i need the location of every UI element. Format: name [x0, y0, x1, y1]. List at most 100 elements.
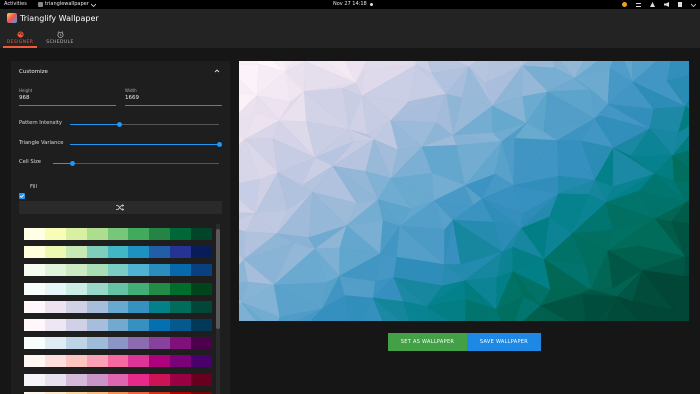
color-swatch [65, 228, 87, 240]
color-swatch [86, 300, 108, 313]
save-wallpaper-button[interactable]: SAVE WALLPAPER [467, 333, 541, 351]
color-swatch [191, 337, 213, 350]
color-swatch [170, 228, 192, 240]
volume-icon[interactable] [664, 2, 669, 7]
wallpaper-preview [239, 61, 689, 321]
battery-icon[interactable] [678, 2, 682, 7]
color-swatch [44, 228, 66, 240]
color-swatch [170, 264, 192, 277]
slider-track[interactable] [53, 163, 219, 164]
color-swatch [149, 228, 171, 240]
slider-thumb[interactable] [216, 142, 222, 147]
color-swatch [128, 264, 150, 277]
color-swatch [24, 355, 45, 368]
color-swatch [128, 373, 150, 386]
color-swatch [44, 282, 66, 295]
customize-header[interactable]: Customize [11, 61, 230, 83]
color-swatch [107, 300, 129, 313]
palette-swatch-row[interactable] [24, 318, 213, 331]
color-swatch [86, 355, 108, 368]
system-tray [622, 0, 696, 9]
color-swatch [86, 282, 108, 295]
tray-app-icon[interactable] [622, 2, 627, 7]
shuffle-icon [116, 204, 124, 211]
slider-thumb[interactable] [70, 161, 76, 166]
height-label: Height [19, 88, 33, 93]
menu-icon[interactable] [636, 2, 641, 7]
palette-swatch-row[interactable] [24, 373, 213, 386]
color-swatch [24, 246, 45, 259]
notification-dot-icon [370, 3, 373, 6]
color-swatch [170, 300, 192, 313]
color-swatch [44, 355, 66, 368]
scrollbar-thumb[interactable] [216, 229, 220, 329]
checkbox-checked-icon[interactable] [19, 193, 25, 199]
activities-button[interactable]: Activities [4, 0, 27, 9]
trianglify-pattern [239, 61, 689, 321]
window-title: Trianglify Wallpaper [20, 14, 99, 23]
color-swatch [44, 246, 66, 259]
color-swatch [107, 282, 129, 295]
color-swatch [44, 300, 66, 313]
palette-swatch-row[interactable] [24, 337, 213, 350]
color-swatch [170, 318, 192, 331]
slider-fill [70, 124, 120, 125]
caret-down-icon [90, 3, 96, 7]
palette-swatch-row[interactable] [24, 246, 213, 259]
tab-schedule[interactable]: SCHEDULE [40, 31, 80, 45]
tab-designer-label: DESIGNER [6, 40, 34, 45]
palette-scrollbar[interactable] [216, 224, 220, 394]
clock[interactable]: Nov 27 14:18 [333, 0, 367, 9]
app-header: Trianglify Wallpaper DESIGNER SCHEDULE [0, 9, 700, 48]
color-swatch [65, 355, 87, 368]
width-field[interactable]: Width 1669 [125, 88, 222, 106]
color-swatch [65, 264, 87, 277]
slider-thumb[interactable] [116, 122, 122, 127]
color-swatch [149, 282, 171, 295]
color-swatch [24, 228, 45, 240]
color-swatch [24, 300, 45, 313]
shuffle-button[interactable] [19, 201, 222, 214]
palette-swatch-row[interactable] [24, 228, 213, 240]
height-value[interactable]: 968 [19, 95, 116, 101]
app-menu-label: trianglewallpaper [45, 1, 89, 7]
palette-swatch-row[interactable] [24, 300, 213, 313]
color-swatch [191, 228, 213, 240]
tab-schedule-label: SCHEDULE [46, 40, 74, 45]
color-swatch [65, 300, 87, 313]
color-swatch [107, 264, 129, 277]
network-icon[interactable] [650, 2, 655, 7]
color-swatch [128, 228, 150, 240]
color-swatch [170, 337, 192, 350]
palette-swatch-row[interactable] [24, 282, 213, 295]
color-swatch [107, 318, 129, 331]
app-icon [38, 2, 43, 7]
app-menu[interactable]: trianglewallpaper [38, 0, 96, 9]
color-swatch [65, 373, 87, 386]
color-swatch [191, 355, 213, 368]
color-swatch [191, 282, 213, 295]
color-swatch [149, 246, 171, 259]
width-label: Width [125, 88, 137, 93]
color-swatch [149, 373, 171, 386]
tab-designer[interactable]: DESIGNER [0, 31, 40, 45]
caret-down-icon[interactable] [691, 3, 696, 7]
color-swatch [170, 373, 192, 386]
color-swatch [24, 264, 45, 277]
app-logo-icon [7, 13, 17, 23]
color-swatch [65, 318, 87, 331]
color-swatch [191, 318, 213, 331]
width-value[interactable]: 1669 [125, 95, 222, 101]
color-swatch [24, 337, 45, 350]
customize-title: Customize [19, 69, 48, 75]
pattern-intensity-label: Pattern Intensity [19, 120, 62, 126]
height-underline [19, 105, 116, 106]
color-swatch [86, 228, 108, 240]
color-swatch [128, 337, 150, 350]
palette-swatch-row[interactable] [24, 355, 213, 368]
height-field[interactable]: Height 968 [19, 88, 116, 106]
palette-swatch-row[interactable] [24, 264, 213, 277]
set-as-wallpaper-button[interactable]: SET AS WALLPAPER [388, 333, 467, 351]
chevron-up-icon[interactable] [214, 68, 220, 74]
color-swatch [128, 318, 150, 331]
